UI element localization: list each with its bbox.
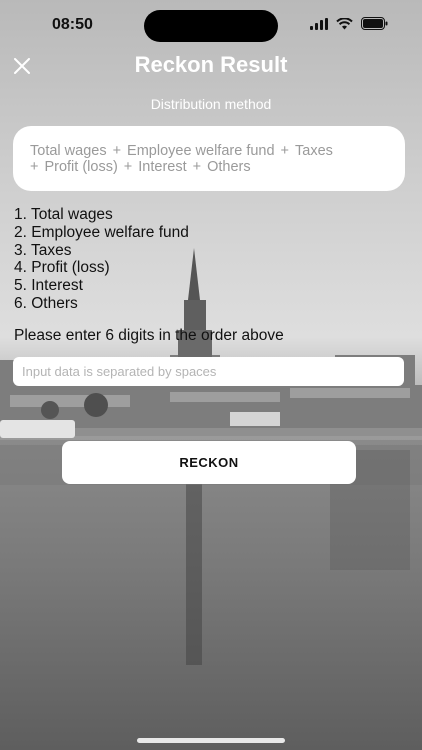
list-item: 2. Employee welfare fund xyxy=(14,223,189,241)
page-title: Reckon Result xyxy=(134,52,288,77)
list-item: 1. Total wages xyxy=(14,206,113,223)
formula-plus: + xyxy=(30,159,39,175)
status-icons xyxy=(310,17,388,30)
formula-term: Others xyxy=(207,159,251,175)
status-time: 08:50 xyxy=(52,16,93,33)
formula-plus: + xyxy=(112,143,122,159)
formula-term: Employee welfare fund xyxy=(127,143,275,159)
cellular-signal-icon xyxy=(310,17,328,30)
list-item: 4. Profit (loss) xyxy=(14,259,110,277)
list-item: 3. Taxes xyxy=(14,241,72,259)
formula-plus: + xyxy=(280,143,290,159)
data-input[interactable] xyxy=(13,357,404,386)
formula-term: Interest xyxy=(138,159,187,175)
wifi-icon xyxy=(336,17,353,29)
list-item: 5. Interest xyxy=(14,277,83,295)
formula-plus: + xyxy=(192,159,202,175)
formula-term: Profit (loss) xyxy=(44,159,118,175)
method-list: 1. Total wages 2. Employee welfare fund … xyxy=(14,206,189,313)
formula-card: Total wages + Employee welfare fund + Taxes … xyxy=(13,126,405,191)
dynamic-island xyxy=(144,10,278,42)
formula-plus: + xyxy=(123,159,133,175)
reckon-button[interactable]: RECKON xyxy=(62,441,356,484)
list-item: 6. Others xyxy=(14,294,78,312)
formula-term: Taxes xyxy=(295,143,333,159)
formula-term: Total wages xyxy=(30,143,107,159)
instruction-text: Please enter 6 digits in the order above xyxy=(14,327,284,344)
home-indicator[interactable] xyxy=(137,738,285,743)
distribution-method-label: Distribution method xyxy=(150,96,272,112)
battery-icon xyxy=(361,17,388,30)
